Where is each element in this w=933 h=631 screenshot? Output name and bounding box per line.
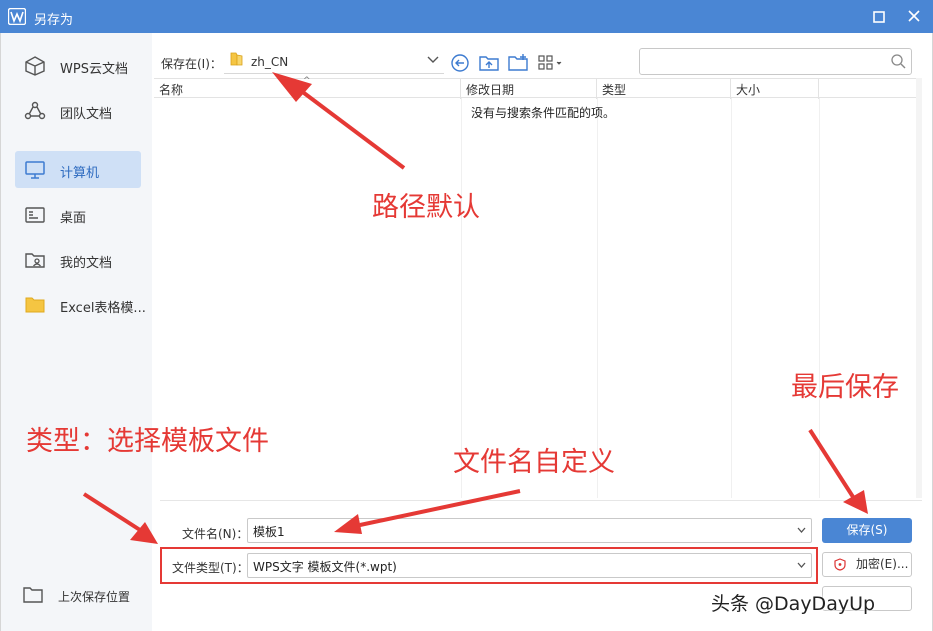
shield-icon (834, 558, 846, 571)
sidebar-item-label: 计算机 (60, 166, 100, 181)
wps-logo-icon (8, 8, 26, 25)
sidebar-item-label: 桌面 (60, 211, 87, 226)
column-divider (461, 98, 462, 498)
annotation-path-default: 路径默认 (372, 192, 480, 223)
search-input[interactable] (644, 49, 884, 73)
last-save-location[interactable]: 上次保存位置 (22, 585, 152, 607)
annotation-custom-name: 文件名自定义 (453, 447, 615, 478)
window-title: 另存为 (34, 13, 74, 28)
filetype-value: WPS文字 模板文件(*.wpt) (253, 560, 397, 574)
save-button[interactable]: 保存(S) (822, 518, 912, 543)
view-mode-icon[interactable] (538, 53, 564, 73)
chevron-down-icon[interactable] (797, 527, 806, 534)
folder-icon (25, 297, 45, 313)
sidebar-item-team-docs[interactable]: 团队文档 (15, 92, 141, 129)
filename-label: 文件名(N)： (182, 527, 249, 541)
computer-icon (25, 161, 45, 179)
filetype-label: 文件类型(T)： (172, 561, 249, 575)
filename-value: 模板1 (253, 525, 285, 539)
column-divider (731, 98, 732, 498)
sidebar-item-label: 团队文档 (60, 107, 113, 122)
sidebar-item-label: Excel表格模... (60, 301, 146, 316)
column-header-modified[interactable]: 修改日期 (461, 79, 597, 99)
sidebar: WPS云文档 团队文档 计算机 桌面 我的文档 Excel表格模... (1, 33, 152, 631)
annotation-final-save: 最后保存 (791, 372, 899, 403)
search-icon[interactable] (890, 53, 907, 70)
title-bar: 另存为 (0, 0, 933, 33)
file-list-header: 名称 修改日期 类型 大小 (154, 78, 917, 99)
sort-ascending-icon: ^ (303, 76, 311, 86)
chevron-down-icon[interactable] (427, 55, 439, 65)
current-path: zh_CN (251, 55, 289, 69)
search-field[interactable] (639, 48, 912, 75)
team-icon (24, 101, 46, 120)
filetype-select[interactable]: WPS文字 模板文件(*.wpt) (247, 553, 812, 578)
sidebar-item-my-docs[interactable]: 我的文档 (15, 241, 141, 278)
encrypt-button[interactable]: 加密(E)... (822, 552, 912, 577)
desktop-icon (25, 207, 45, 223)
sidebar-item-label: 我的文档 (60, 256, 113, 271)
vertical-scrollbar[interactable] (916, 78, 922, 498)
form-divider (160, 500, 922, 501)
encrypt-button-label: 加密(E)... (856, 557, 909, 571)
folder-outline-icon (23, 587, 43, 603)
chevron-down-icon[interactable] (797, 562, 806, 569)
column-header-type[interactable]: 类型 (597, 79, 731, 99)
save-in-label: 保存在(I)： (161, 57, 222, 71)
cloud-cube-icon (25, 56, 45, 76)
sidebar-item-excel-templates[interactable]: Excel表格模... (15, 286, 146, 323)
watermark: 头条 @DayDayUp (711, 593, 876, 615)
my-documents-icon (25, 253, 45, 268)
up-folder-icon[interactable] (479, 53, 499, 73)
column-divider (597, 98, 598, 498)
maximize-icon[interactable] (868, 8, 890, 26)
sidebar-item-computer[interactable]: 计算机 (15, 151, 141, 188)
sidebar-item-wps-cloud[interactable]: WPS云文档 (15, 47, 141, 84)
sidebar-item-desktop[interactable]: 桌面 (15, 196, 141, 233)
column-header-size[interactable]: 大小 (731, 79, 819, 99)
new-folder-icon[interactable] (508, 53, 528, 73)
filename-field[interactable]: 模板1 (247, 518, 812, 543)
folder-icon (230, 52, 243, 66)
last-save-location-label: 上次保存位置 (58, 590, 131, 604)
sidebar-item-label: WPS云文档 (60, 62, 128, 77)
back-icon[interactable] (450, 53, 470, 73)
annotation-choose-type: 类型：选择模板文件 (26, 426, 269, 457)
close-icon[interactable] (903, 8, 925, 26)
empty-list-message: 没有与搜索条件匹配的项。 (471, 106, 616, 120)
column-divider (819, 98, 820, 498)
